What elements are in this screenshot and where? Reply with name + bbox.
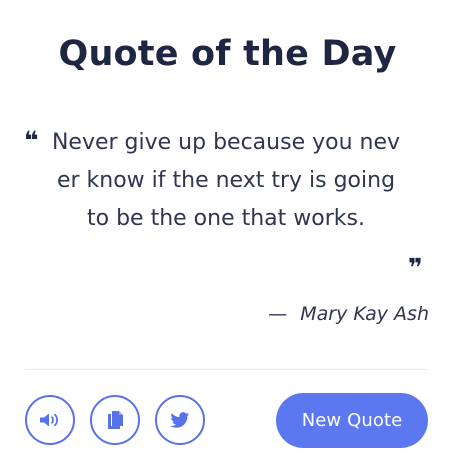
author-dash: — bbox=[268, 303, 288, 325]
copy-button[interactable] bbox=[90, 395, 140, 445]
twitter-icon bbox=[170, 411, 190, 429]
new-quote-button[interactable]: New Quote bbox=[276, 393, 428, 448]
quote-container: ❝ Never give up because you never know i… bbox=[24, 124, 436, 282]
speaker-icon bbox=[39, 412, 61, 428]
page-title: Quote of the Day bbox=[58, 34, 397, 74]
quote-author-line: — Mary Kay Ash bbox=[268, 301, 429, 327]
copy-icon bbox=[106, 410, 124, 430]
quote-text: Never give up because you never know if … bbox=[51, 130, 401, 231]
quote-author: Mary Kay Ash bbox=[300, 303, 429, 325]
divider bbox=[25, 369, 428, 370]
tweet-button[interactable] bbox=[155, 395, 205, 445]
quote-open-icon: ❝ bbox=[24, 126, 39, 155]
quote-close-icon: ❞ bbox=[408, 253, 423, 282]
speak-button[interactable] bbox=[25, 395, 75, 445]
